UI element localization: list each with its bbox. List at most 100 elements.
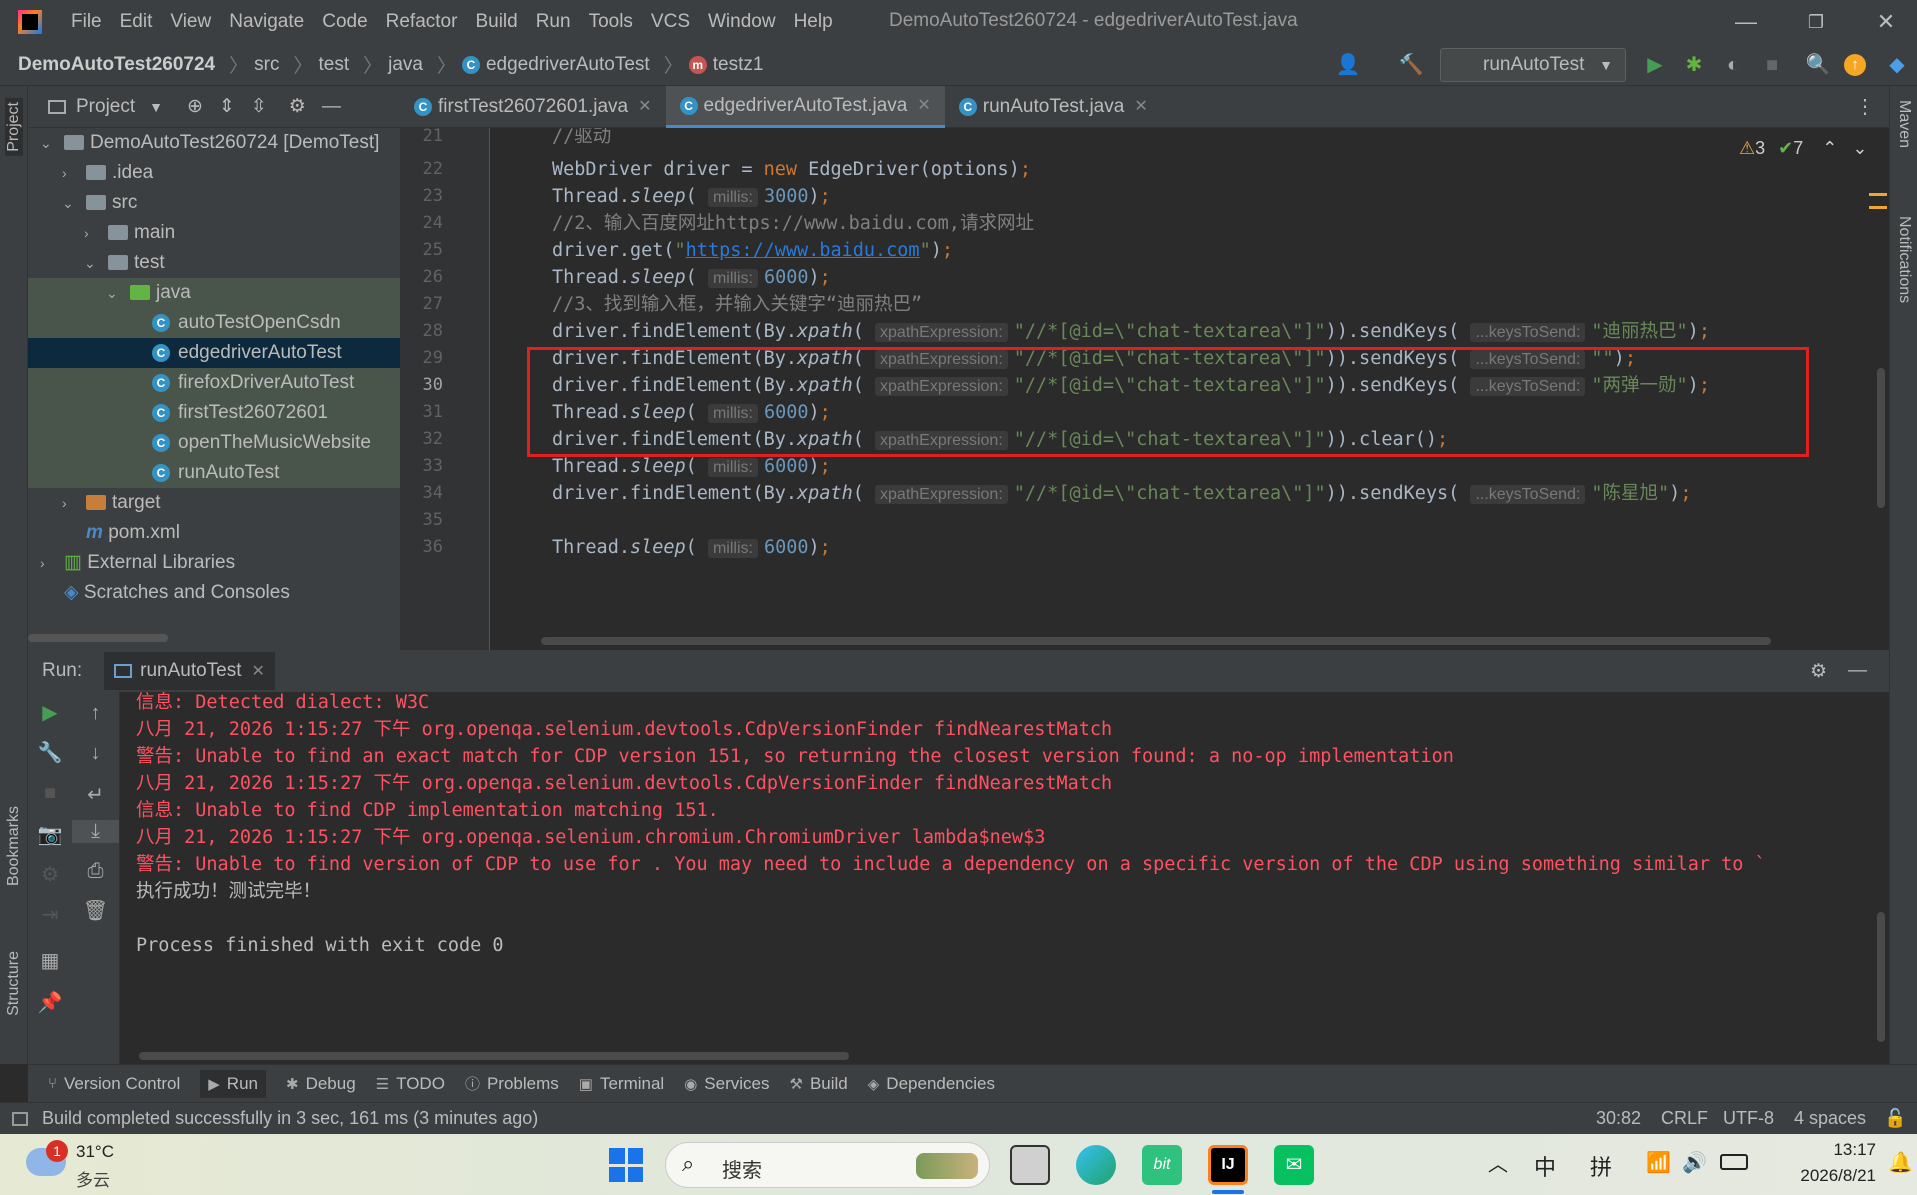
tab-debug[interactable]: ✱ Debug	[286, 1074, 356, 1094]
debug-icon[interactable]: ✱	[1681, 52, 1707, 78]
app-bit-icon[interactable]: bit	[1142, 1145, 1182, 1185]
wrench-icon[interactable]: 🔧	[28, 740, 72, 765]
tab-todo[interactable]: ☰ TODO	[376, 1074, 445, 1094]
close-tab-icon[interactable]: ✕	[917, 85, 930, 127]
menu-item-view[interactable]: View	[170, 11, 211, 32]
ime-pinyin[interactable]: 拼	[1590, 1150, 1612, 1182]
menu-item-navigate[interactable]: Navigate	[229, 11, 304, 32]
arrow-down-icon[interactable]: ↓	[72, 742, 119, 765]
search-icon[interactable]: 🔍	[1805, 52, 1831, 78]
inspection-widget[interactable]: ⚠3 ✔7 ⌃ ⌄	[1739, 138, 1868, 159]
taskview-icon[interactable]	[1010, 1145, 1050, 1185]
close-tab-icon[interactable]: ✕	[638, 86, 651, 128]
tree-item[interactable]: › main	[28, 218, 400, 248]
volume-icon[interactable]: 🔊	[1682, 1150, 1707, 1175]
tree-item[interactable]: ◈ Scratches and Consoles	[28, 578, 400, 608]
notification-center-icon[interactable]: 🔔	[1888, 1150, 1913, 1175]
collapse-all-icon[interactable]: ⇳	[251, 95, 267, 118]
chevron-down-icon[interactable]: ⌄	[62, 188, 76, 218]
warning-marker[interactable]	[1869, 193, 1887, 196]
menu-item-tools[interactable]: Tools	[589, 11, 633, 32]
menu-item-window[interactable]: Window	[708, 11, 776, 32]
menu-item-run[interactable]: Run	[536, 11, 571, 32]
tree-item[interactable]: CfirefoxDriverAutoTest	[28, 368, 400, 398]
tab-services[interactable]: ◉ Services	[684, 1074, 769, 1094]
restore-icon[interactable]: ❐	[1781, 0, 1851, 44]
line-separator[interactable]: CRLF	[1661, 1108, 1708, 1129]
menu-item-build[interactable]: Build	[475, 11, 517, 32]
tree-item[interactable]: CautoTestOpenCsdn	[28, 308, 400, 338]
layout-toggle-icon[interactable]	[12, 1111, 28, 1126]
taskbar-search[interactable]: ⌕ 搜索	[665, 1142, 990, 1188]
trash-icon[interactable]: 🗑	[72, 898, 119, 923]
file-encoding[interactable]: UTF-8	[1723, 1108, 1774, 1129]
intellij-taskbar-icon[interactable]: IJ	[1208, 1145, 1248, 1185]
tree-item[interactable]: › target	[28, 488, 400, 518]
chevron-right-icon[interactable]: ›	[84, 218, 98, 248]
tab-edgedriver[interactable]: CedgedriverAutoTest.java ✕	[665, 85, 945, 128]
user-icon[interactable]: 👤	[1335, 52, 1361, 78]
maven-tool-tab[interactable]: Maven	[1895, 100, 1913, 148]
locate-icon[interactable]: ⊕	[187, 95, 203, 118]
rerun-icon[interactable]: ▶	[28, 700, 72, 725]
print-icon[interactable]: ⎙	[72, 860, 119, 883]
run-config-select[interactable]: runAutoTest ▼	[1440, 48, 1626, 82]
chevron-down-icon[interactable]: ▼	[149, 99, 163, 115]
exit-icon[interactable]: ⇥	[28, 902, 72, 927]
tree-item[interactable]: CopenTheMusicWebsite	[28, 428, 400, 458]
lock-icon[interactable]: 🔓	[1884, 1108, 1906, 1129]
tab-dependencies[interactable]: ◈ Dependencies	[868, 1074, 995, 1094]
chevron-down-icon[interactable]: ⌄	[40, 128, 54, 158]
gear-icon[interactable]: ⚙	[1810, 660, 1827, 683]
chevron-down-icon[interactable]: ⌄	[106, 278, 120, 308]
tree-item[interactable]: CedgedriverAutoTest	[28, 338, 400, 368]
coverage-icon[interactable]: ◐	[1720, 52, 1746, 78]
tree-item[interactable]: ⌄ DemoAutoTest260724 [DemoTest]	[28, 128, 400, 158]
weather-desc[interactable]: 多云	[76, 1166, 110, 1191]
menu-item-help[interactable]: Help	[794, 11, 833, 32]
tree-item[interactable]: CrunAutoTest	[28, 458, 400, 488]
tree-item[interactable]: m pom.xml	[28, 518, 400, 548]
close-window-icon[interactable]: ✕	[1851, 0, 1917, 44]
breadcrumb-test[interactable]: test	[318, 54, 349, 76]
plugin-icon[interactable]: ◆	[1884, 52, 1910, 78]
tab-version-control[interactable]: ⑂ Version Control	[48, 1074, 180, 1094]
tree-item[interactable]: ⌄ test	[28, 248, 400, 278]
build-hammer-icon[interactable]: 🔨	[1398, 52, 1424, 78]
notifications-tool-tab[interactable]: Notifications	[1895, 216, 1913, 303]
console-output[interactable]: 信息: Detected dialect: W3C 八月 21, 2026 1:1…	[121, 692, 1889, 1064]
tab-terminal[interactable]: ▣ Terminal	[579, 1074, 664, 1094]
breadcrumb-project[interactable]: DemoAutoTest260724	[18, 54, 215, 76]
hide-panel-icon[interactable]: —	[1848, 660, 1867, 682]
bug-settings-icon[interactable]: ⚙	[28, 862, 72, 887]
tree-item[interactable]: › .idea	[28, 158, 400, 188]
minimize-icon[interactable]: —	[1711, 0, 1781, 44]
vertical-scrollbar[interactable]	[1877, 368, 1885, 508]
chevron-right-icon[interactable]: ›	[62, 158, 76, 188]
pin-icon[interactable]: 📌	[28, 990, 72, 1015]
menu-item-vcs[interactable]: VCS	[651, 11, 690, 32]
caret-position[interactable]: 30:82	[1596, 1108, 1641, 1129]
tab-problems[interactable]: ⓘ Problems	[465, 1073, 559, 1094]
project-tool-tab[interactable]: Project	[5, 98, 23, 156]
breadcrumb-src[interactable]: src	[254, 54, 279, 76]
layout-icon[interactable]: ▦	[28, 948, 72, 973]
tree-item[interactable]: ⌄ java	[28, 278, 400, 308]
horizontal-scrollbar[interactable]	[28, 634, 168, 642]
menu-item-file[interactable]: File	[71, 11, 102, 32]
url-link[interactable]: https://www.baidu.com	[686, 240, 920, 261]
warning-marker[interactable]	[1869, 206, 1887, 209]
project-panel-title[interactable]: Project	[76, 96, 135, 118]
battery-icon[interactable]	[1720, 1154, 1748, 1170]
menu-item-code[interactable]: Code	[322, 11, 367, 32]
expand-all-icon[interactable]: ⇕	[219, 95, 235, 118]
tree-item[interactable]: ⌄ src	[28, 188, 400, 218]
tree-item[interactable]: › ▥ External Libraries	[28, 548, 400, 578]
gear-icon[interactable]: ⚙	[289, 95, 306, 118]
scroll-to-end-icon[interactable]: ⤓	[72, 820, 119, 843]
more-tabs-icon[interactable]: ⋮	[1855, 94, 1875, 119]
stop-icon[interactable]: ■	[28, 782, 72, 805]
ime-mode[interactable]: 中	[1534, 1150, 1556, 1182]
chevron-up-icon[interactable]: ︿	[1488, 1148, 1508, 1177]
horizontal-scrollbar[interactable]	[139, 1052, 849, 1060]
